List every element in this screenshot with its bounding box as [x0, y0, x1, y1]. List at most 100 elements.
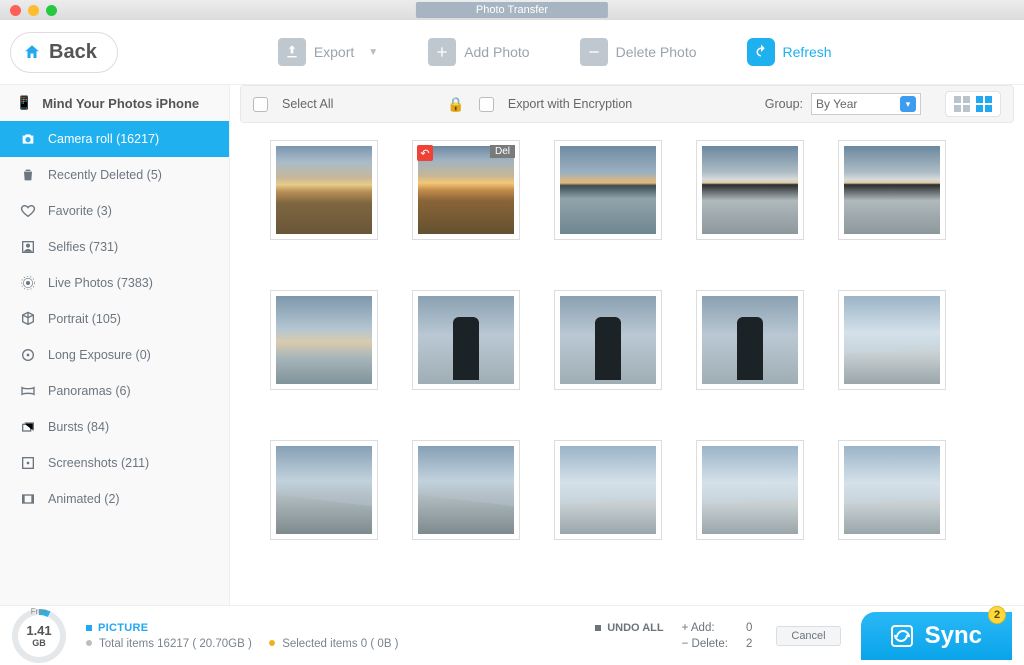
- back-label: Back: [49, 41, 97, 64]
- sidebar-item-pano[interactable]: Panoramas (6): [0, 373, 229, 409]
- photo-thumb[interactable]: [412, 440, 520, 540]
- footer: Free 1.41 GB PICTURE Total items 16217 (…: [0, 605, 1024, 665]
- add-photo-button[interactable]: Add Photo: [428, 38, 529, 66]
- refresh-label: Refresh: [783, 44, 832, 60]
- add-photo-label: Add Photo: [464, 44, 529, 60]
- delete-label: − Delete:: [682, 638, 728, 650]
- export-encrypt-label: Export with Encryption: [508, 97, 632, 111]
- add-photo-icon: [428, 38, 456, 66]
- sidebar-item-person[interactable]: Selfies (731): [0, 229, 229, 265]
- storage-ring: Free 1.41 GB: [12, 609, 66, 663]
- sidebar-item-label: Panoramas (6): [48, 384, 131, 398]
- sidebar-item-exposure[interactable]: Long Exposure (0): [0, 337, 229, 373]
- group-select[interactable]: By Year ▾: [811, 93, 921, 115]
- sidebar-item-heart[interactable]: Favorite (3): [0, 193, 229, 229]
- undo-block: UNDO ALL + Add: 0 − Delete: 2 Cancel: [595, 622, 840, 650]
- undo-all-label[interactable]: UNDO ALL: [595, 622, 663, 634]
- delete-value: 2: [746, 638, 752, 650]
- export-icon: [278, 38, 306, 66]
- sidebar-item-label: Live Photos (7383): [48, 276, 153, 290]
- cube-icon: [20, 311, 36, 327]
- group-label: Group:: [765, 97, 803, 111]
- delete-photo-icon: [580, 38, 608, 66]
- photo-thumb[interactable]: [838, 440, 946, 540]
- sync-badge: 2: [988, 606, 1006, 624]
- photo-thumb[interactable]: [696, 440, 804, 540]
- photo-thumb[interactable]: [696, 290, 804, 390]
- sidebar-item-label: Selfies (731): [48, 240, 118, 254]
- lock-icon: 🔒: [447, 96, 464, 113]
- back-button[interactable]: Back: [10, 32, 118, 73]
- photo-thumb[interactable]: [554, 290, 662, 390]
- photo-thumb[interactable]: [838, 290, 946, 390]
- export-encrypt-checkbox[interactable]: [479, 97, 494, 112]
- sidebar-item-label: Bursts (84): [48, 420, 109, 434]
- group-value: By Year: [816, 97, 857, 111]
- group-controls: Group: By Year ▾: [765, 91, 1001, 117]
- sidebar-item-screenshot[interactable]: Screenshots (211): [0, 445, 229, 481]
- dot-icon: [86, 640, 92, 646]
- photo-thumb[interactable]: [838, 140, 946, 240]
- main-toolbar: Back Export ▼ Add Photo Delete Photo Ref…: [0, 20, 1024, 85]
- sidebar-item-trash[interactable]: Recently Deleted (5): [0, 157, 229, 193]
- delete-photo-label: Delete Photo: [616, 44, 697, 60]
- photo-thumb[interactable]: [270, 440, 378, 540]
- heart-icon: [20, 203, 36, 219]
- window-title: Photo Transfer: [416, 2, 608, 18]
- free-label: Free: [31, 607, 47, 616]
- sync-button[interactable]: 2 Sync: [861, 612, 1012, 660]
- window-controls: [10, 5, 57, 16]
- select-all-label: Select All: [282, 97, 333, 111]
- sidebar-item-label: Animated (2): [48, 492, 120, 506]
- sidebar-item-animated[interactable]: Animated (2): [0, 481, 229, 517]
- photo-thumb[interactable]: [554, 140, 662, 240]
- photo-thumb[interactable]: [696, 140, 804, 240]
- chevron-down-icon: ▾: [900, 96, 916, 112]
- sidebar: 📱 Mind Your Photos iPhone Camera roll (1…: [0, 85, 230, 605]
- sidebar-item-label: Camera roll (16217): [48, 132, 159, 146]
- select-all-checkbox[interactable]: [253, 97, 268, 112]
- photo-thumb[interactable]: [554, 440, 662, 540]
- refresh-button[interactable]: Refresh: [747, 38, 832, 66]
- grid-small-icon[interactable]: [976, 96, 992, 112]
- live-icon: [20, 275, 36, 291]
- minimize-icon[interactable]: [28, 5, 39, 16]
- undo-icon[interactable]: ↶: [417, 145, 433, 161]
- sidebar-item-camera[interactable]: Camera roll (16217): [0, 121, 229, 157]
- add-label: + Add:: [682, 622, 728, 634]
- photo-grid: ↶ Del: [270, 140, 994, 540]
- maximize-icon[interactable]: [46, 5, 57, 16]
- camera-icon: [20, 131, 36, 147]
- sync-label: Sync: [925, 622, 982, 650]
- view-toggle: [945, 91, 1001, 117]
- export-button[interactable]: Export ▼: [278, 38, 378, 66]
- add-value: 0: [746, 622, 752, 634]
- free-value: 1.41: [26, 623, 51, 638]
- del-badge: Del: [490, 145, 515, 158]
- grid-large-icon[interactable]: [954, 96, 970, 112]
- sidebar-item-burst[interactable]: Bursts (84): [0, 409, 229, 445]
- refresh-icon: [747, 38, 775, 66]
- phone-icon: 📱: [16, 95, 32, 111]
- export-label: Export: [314, 44, 354, 60]
- device-header[interactable]: 📱 Mind Your Photos iPhone: [0, 85, 229, 121]
- photo-thumb[interactable]: [270, 140, 378, 240]
- sidebar-item-cube[interactable]: Portrait (105): [0, 301, 229, 337]
- animated-icon: [20, 491, 36, 507]
- home-icon: [23, 43, 41, 61]
- photo-thumb[interactable]: ↶ Del: [412, 140, 520, 240]
- close-icon[interactable]: [10, 5, 21, 16]
- pano-icon: [20, 383, 36, 399]
- photo-thumb[interactable]: [270, 290, 378, 390]
- sidebar-item-live[interactable]: Live Photos (7383): [0, 265, 229, 301]
- cancel-button[interactable]: Cancel: [776, 626, 840, 646]
- delete-photo-button[interactable]: Delete Photo: [580, 38, 697, 66]
- photo-thumb[interactable]: [412, 290, 520, 390]
- photo-grid-area[interactable]: ↶ Del: [240, 130, 1024, 605]
- burst-icon: [20, 419, 36, 435]
- exposure-icon: [20, 347, 36, 363]
- sidebar-item-label: Screenshots (211): [48, 456, 149, 470]
- titlebar: Photo Transfer: [0, 0, 1024, 20]
- sidebar-item-label: Favorite (3): [48, 204, 112, 218]
- sidebar-item-label: Long Exposure (0): [48, 348, 151, 362]
